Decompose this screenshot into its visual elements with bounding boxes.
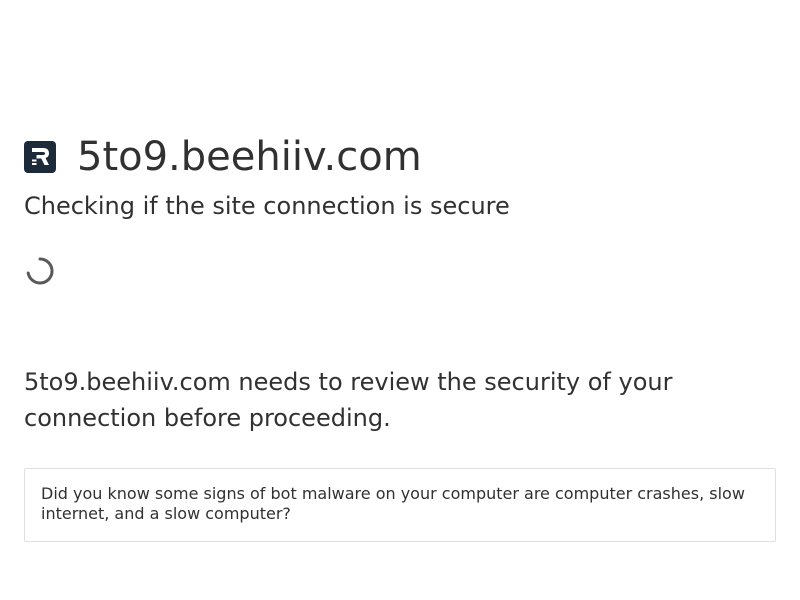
malware-tip-box: Did you know some signs of bot malware o… (24, 468, 776, 542)
loading-spinner-icon (24, 255, 56, 287)
site-header: 5to9.beehiiv.com (24, 132, 422, 182)
malware-tip-text: Did you know some signs of bot malware o… (41, 484, 745, 523)
beehiiv-logo-icon (24, 141, 56, 173)
status-heading: Checking if the site connection is secur… (24, 192, 510, 220)
site-domain-title: 5to9.beehiiv.com (77, 134, 422, 180)
security-review-message: 5to9.beehiiv.com needs to review the sec… (24, 368, 673, 432)
